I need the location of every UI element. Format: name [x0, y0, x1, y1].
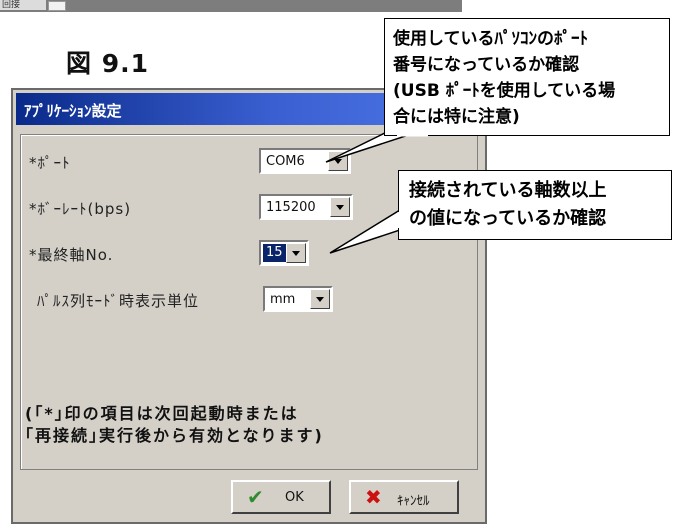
callout-pointer-joins	[397, 133, 428, 228]
